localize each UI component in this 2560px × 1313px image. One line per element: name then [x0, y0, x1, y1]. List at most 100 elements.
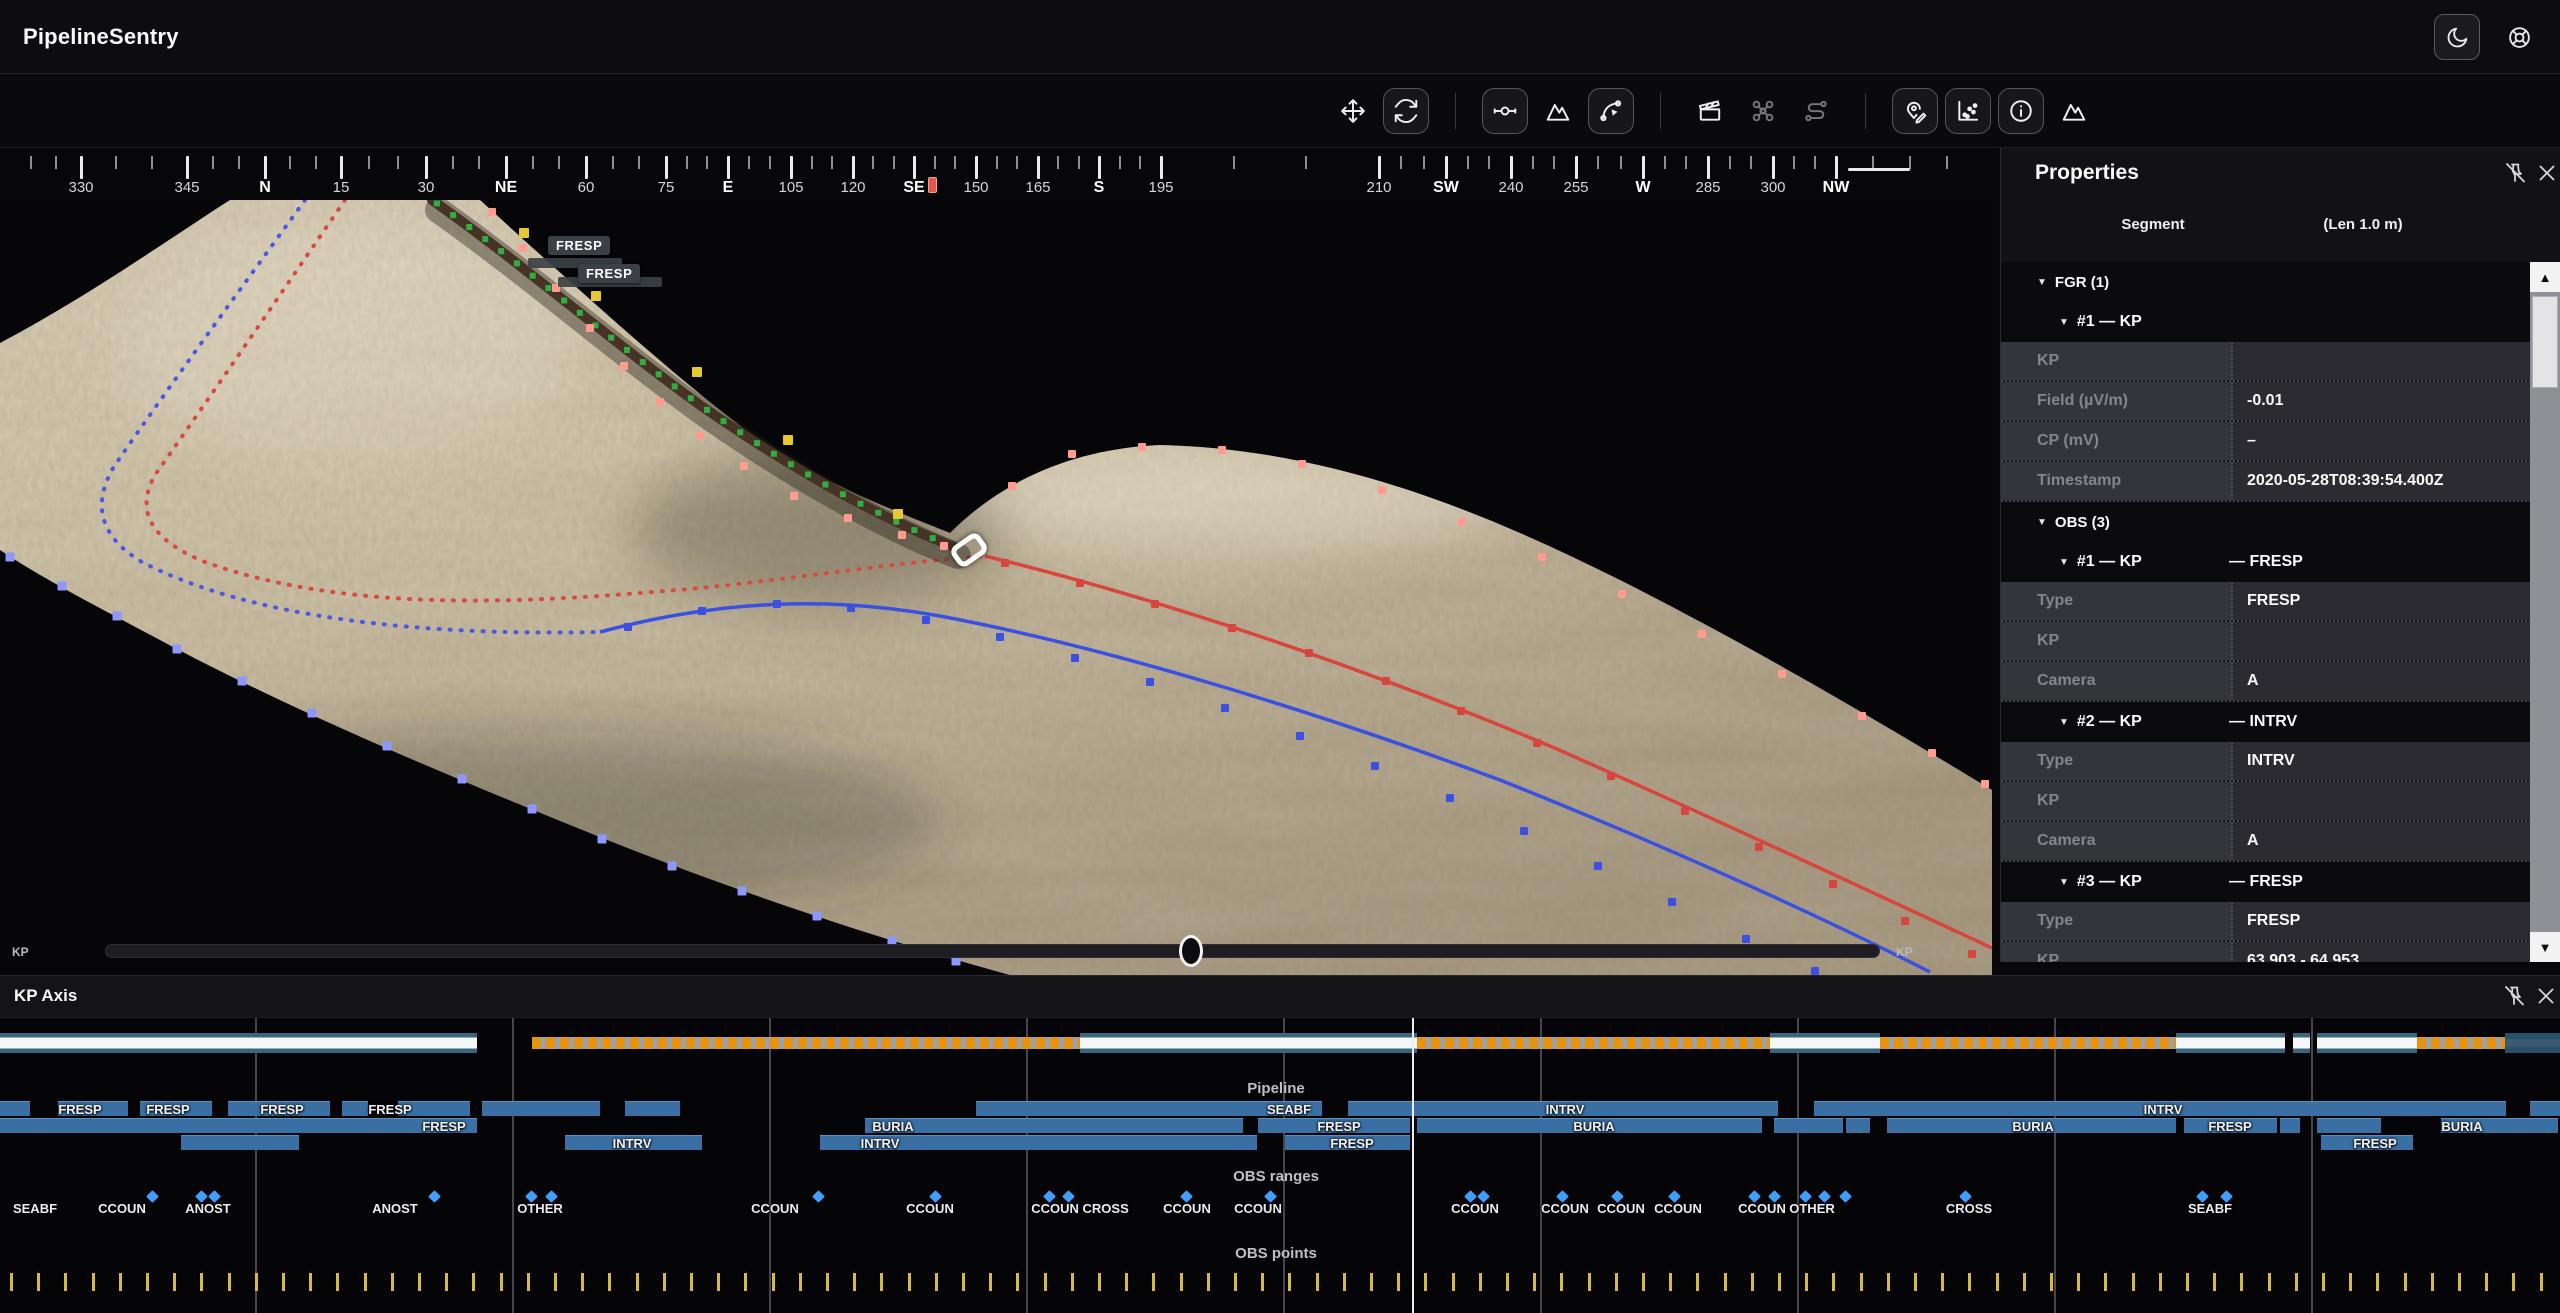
kp-minor-tick: [445, 1273, 448, 1291]
unpin-icon[interactable]: [2502, 984, 2528, 1010]
compass-heading-marker: [928, 177, 937, 193]
properties-scrollbar[interactable]: ▲ ▼: [2530, 262, 2560, 962]
life-buoy-icon: [2507, 25, 2532, 50]
caret-down-icon: ▼: [2059, 717, 2069, 728]
kp-minor-tick: [717, 1273, 720, 1291]
kp-minor-tick: [989, 1273, 992, 1291]
compass-major-tick: [790, 156, 793, 179]
toolbar-button-node-line[interactable]: [1482, 88, 1528, 134]
toolbar-button-route[interactable]: [1793, 88, 1839, 134]
toolbar-button-clapperboard[interactable]: [1687, 88, 1733, 134]
toolbar-button-info[interactable]: [1998, 88, 2044, 134]
compass-label-105: 105: [778, 179, 803, 196]
kp-minor-tick: [608, 1273, 611, 1291]
obs-range-label: FRESP: [58, 1102, 101, 1117]
toolbar-button-mountain[interactable]: [1535, 88, 1581, 134]
kp-minor-tick: [744, 1273, 747, 1291]
property-subsection-header[interactable]: ▼#1 — KP: [2001, 302, 2531, 342]
compass-major-tick: [264, 156, 267, 179]
toolbar-button-scatter-plot[interactable]: [1945, 88, 1991, 134]
kp-minor-tick: [1996, 1273, 1999, 1291]
help-button[interactable]: [2496, 14, 2542, 60]
compass-minor-tick: [954, 156, 956, 169]
compass-label-E: E: [723, 179, 734, 197]
obs-range-bar: [0, 1118, 477, 1133]
property-key: KP: [2001, 942, 2233, 962]
compass-label-285: 285: [1695, 179, 1720, 196]
top-bar: PipelineSentry: [0, 0, 2560, 74]
close-icon[interactable]: [2534, 984, 2560, 1010]
clapperboard-icon: [1697, 98, 1723, 124]
3d-viewport[interactable]: FRESPFRESP KP KP: [0, 200, 1992, 975]
property-key: KP: [2001, 622, 2233, 660]
pipeline-track-segment: [1080, 1033, 1417, 1053]
property-section-header[interactable]: ▼FGR (1): [2001, 262, 2531, 302]
toolbar-button-mountain[interactable]: [2051, 88, 2097, 134]
mountain-icon: [1545, 98, 1571, 124]
property-subsection-header[interactable]: ▼#1 — KP— FRESP: [2001, 542, 2531, 582]
scroll-up-button[interactable]: ▲: [2530, 262, 2560, 292]
unpin-icon[interactable]: [2503, 161, 2529, 187]
pipeline-track-exposed-segment: [532, 1037, 1080, 1049]
kp-minor-tick: [364, 1273, 367, 1291]
kp-minor-tick: [1533, 1273, 1536, 1291]
kp-minor-tick: [1914, 1273, 1917, 1291]
kp-minor-tick: [1860, 1273, 1863, 1291]
kp-minor-tick: [1724, 1273, 1727, 1291]
kp-minor-tick: [1044, 1273, 1047, 1291]
compass-minor-tick: [1305, 156, 1307, 169]
compass-minor-tick: [1233, 156, 1235, 169]
kp-slider-track[interactable]: [105, 944, 1880, 958]
pipeline-track-segment: [2317, 1033, 2417, 1053]
kp-axis-timeline[interactable]: PipelineOBS rangesOBS pointsFRESPFRESPFR…: [0, 1018, 2560, 1313]
scroll-down-button[interactable]: ▼: [2530, 932, 2560, 962]
compass-minor-tick: [1729, 156, 1731, 169]
kp-minor-tick: [2540, 1273, 2543, 1291]
compass-minor-tick: [1532, 156, 1534, 169]
property-value: INTRV: [2233, 742, 2531, 780]
kp-minor-tick: [581, 1273, 584, 1291]
toolbar-button-rotate[interactable]: [1383, 88, 1429, 134]
scrollbar-thumb[interactable]: [2532, 296, 2558, 388]
compass-minor-tick: [1793, 156, 1795, 169]
toolbar-button-curve-arrow[interactable]: [1588, 88, 1634, 134]
pipeline-track-exposed-segment: [2417, 1037, 2505, 1049]
toolbar-button-drone[interactable]: [1740, 88, 1786, 134]
close-icon[interactable]: [2535, 161, 2560, 187]
kp-minor-tick: [1397, 1273, 1400, 1291]
property-row: KP: [2001, 342, 2531, 382]
timeline-gridline: [1026, 1018, 1028, 1313]
toolbar-button-pin-edit[interactable]: [1892, 88, 1938, 134]
dark-mode-toggle[interactable]: [2434, 14, 2480, 60]
property-value: -0.01: [2233, 382, 2531, 420]
property-key: CP (mV): [2001, 422, 2233, 460]
caret-down-icon: ▼: [2037, 277, 2047, 288]
compass-major-tick: [340, 156, 343, 179]
obs-point-label: CCOUN: [751, 1201, 799, 1216]
obs-point-diamond-marker: [428, 1190, 441, 1203]
compass-label-195: 195: [1148, 179, 1173, 196]
close-icon: [2534, 984, 2558, 1008]
property-subsection-header[interactable]: ▼#2 — KP— INTRV: [2001, 702, 2531, 742]
property-subsection-header[interactable]: ▼#3 — KP— FRESP: [2001, 862, 2531, 902]
obs-range-label: FRESP: [2353, 1136, 2396, 1151]
section-label: #3 — KP: [2077, 873, 2142, 891]
property-row: TypeFRESP: [2001, 582, 2531, 622]
obs-point-label: CCOUN: [906, 1201, 954, 1216]
obs-range-label: BURIA: [1573, 1119, 1614, 1134]
pipeline-track-exposed-segment: [1880, 1037, 2176, 1049]
compass-minor-tick: [452, 156, 454, 169]
kp-minor-tick: [2349, 1273, 2352, 1291]
kp-minor-tick: [2132, 1273, 2135, 1291]
compass-bar[interactable]: 330345N1530NE6075E105120SE150165S195210S…: [0, 148, 1992, 200]
compass-major-tick: [1835, 156, 1838, 179]
toolbar-button-move[interactable]: [1330, 88, 1376, 134]
property-section-header[interactable]: ▼OBS (3): [2001, 502, 2531, 542]
pipeline-track-segment: [2293, 1033, 2310, 1053]
kp-slider-handle[interactable]: [1179, 935, 1203, 967]
compass-minor-tick: [397, 156, 399, 169]
kp-minor-tick: [472, 1273, 475, 1291]
timeline-cursor[interactable]: [1412, 1018, 1414, 1313]
route-icon: [1803, 98, 1829, 124]
obs-range-label: FRESP: [260, 1102, 303, 1117]
